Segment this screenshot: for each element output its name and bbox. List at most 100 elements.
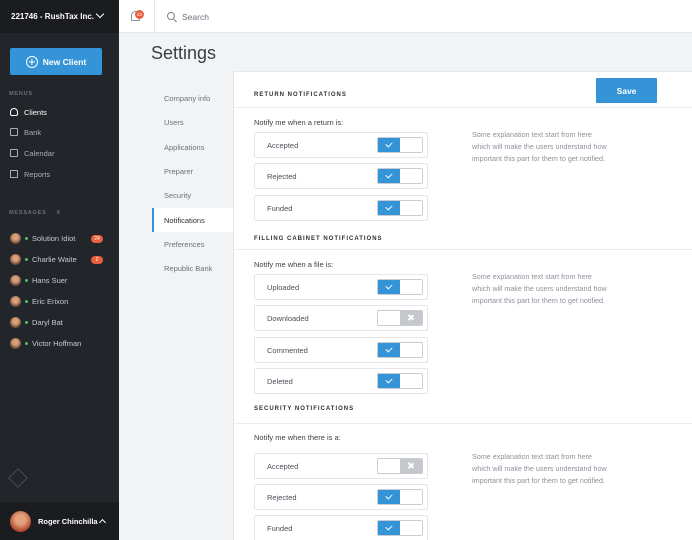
settings-nav-company-info[interactable]: Company info [152,86,233,110]
settings-nav-security[interactable]: Security [152,183,233,207]
message-item[interactable]: Eric Erixon [0,291,119,312]
messages-count: 6 [56,210,61,216]
option-label: Downloaded [267,313,309,323]
explanation-text: Some explanation text start from here wh… [472,272,607,305]
online-status-dot [25,258,28,261]
message-contact-name: Daryl Bat [32,318,63,327]
explanation-text: Some explanation text start from here wh… [472,452,607,485]
sidebar-item-calendar[interactable]: Calendar [0,143,119,163]
message-contact-name: Solution Idiot [32,234,76,243]
toggle-switch[interactable] [377,458,423,474]
message-item[interactable]: Charlie Waite 2 [0,249,119,270]
toggle-switch[interactable] [377,342,423,358]
check-icon [385,171,393,179]
sidebar-item-label: Bank [24,127,42,137]
settings-nav-preparer[interactable]: Preparer [152,159,233,183]
avatar [10,275,21,286]
check-icon [385,140,393,148]
sidebar-item-clients[interactable]: Clients [0,102,119,122]
settings-nav-republic-bank[interactable]: Republic Bank [152,256,233,280]
settings-nav-users[interactable]: Users [152,110,233,134]
search-icon [167,12,175,20]
toggle-switch[interactable] [377,200,423,216]
toggle-switch[interactable] [377,168,423,184]
online-status-dot [25,279,28,282]
sidebar-item-label: Calendar [24,148,55,158]
option-row: Uploaded [254,274,428,300]
avatar [10,296,21,307]
close-icon [407,314,415,322]
check-icon [385,282,393,290]
message-item[interactable]: Victor Hoffman [0,333,119,354]
save-button[interactable]: Save [596,78,657,103]
message-contact-name: Victor Hoffman [32,339,82,348]
settings-nav-notifications[interactable]: Notifications [152,208,233,232]
check-icon [385,523,393,531]
avatar [10,233,21,244]
message-contact-name: Eric Erixon [32,297,69,306]
toggle-switch[interactable] [377,489,423,505]
explanation-text: Some explanation text start from here wh… [472,130,607,163]
message-count-badge: 2 [91,255,103,264]
option-label: Commented [267,345,308,355]
toggle-switch[interactable] [377,279,423,295]
option-label: Accepted [267,461,299,471]
notify-label: Notify me when a file is: [254,260,334,269]
close-icon [407,462,415,470]
settings-nav-applications[interactable]: Applications [152,135,233,159]
check-icon [385,376,393,384]
sidebar-item-label: Clients [24,107,47,117]
sidebar-item-reports[interactable]: Reports [0,164,119,184]
user-menu[interactable]: Roger Chinchilla [0,502,119,540]
toggle-switch[interactable] [377,137,423,153]
option-row: Rejected [254,163,428,189]
account-name: 221746 - RushTax Inc. [11,12,94,21]
option-row: Funded [254,195,428,221]
reports-icon [10,170,18,178]
check-icon [385,345,393,353]
toggle-switch[interactable] [377,520,423,536]
messages-title: MESSAGES [9,210,47,216]
option-label: Deleted [267,376,293,386]
section-title: RETURN NOTIFICATIONS [254,92,347,98]
plus-circle-icon [25,55,38,68]
option-row: Rejected [254,484,428,510]
message-contact-name: Hans Suer [32,276,68,285]
online-status-dot [25,237,28,240]
new-client-button[interactable]: New Client [10,48,102,75]
divider [234,107,692,108]
option-label: Funded [267,203,293,213]
message-contact-name: Charlie Waite [32,255,77,264]
option-label: Rejected [267,492,297,502]
message-count-badge: 24 [91,234,103,243]
divider [154,0,155,33]
option-label: Uploaded [267,282,300,292]
search-input[interactable] [182,10,382,23]
option-label: Funded [267,523,293,533]
bank-icon [10,128,18,136]
notification-count-badge: 22 [135,10,144,19]
avatar [10,338,21,349]
notify-label: Notify me when a return is: [254,118,344,127]
check-icon [385,203,393,211]
menus-section-title: MENUS [9,91,33,97]
toggle-switch[interactable] [377,310,423,326]
online-status-dot [25,321,28,324]
toggle-switch[interactable] [377,373,423,389]
message-item[interactable]: Hans Suer [0,270,119,291]
online-status-dot [25,300,28,303]
sidebar-item-bank[interactable]: Bank [0,122,119,142]
settings-nav-preferences[interactable]: Preferences [152,232,233,256]
page-title: Settings [151,43,217,63]
message-item[interactable]: Solution Idiot 24 [0,228,119,249]
option-row: Funded [254,515,428,540]
account-switcher[interactable]: 221746 - RushTax Inc. [0,0,119,33]
message-item[interactable]: Daryl Bat [0,312,119,333]
online-status-dot [25,342,28,345]
divider [234,423,692,424]
notify-label: Notify me when there is a: [254,433,341,442]
option-row: Downloaded [254,305,428,331]
sidebar: 221746 - RushTax Inc. New Client MENUS C… [0,0,119,540]
user-icon [10,108,18,116]
chevron-down-icon [95,9,105,19]
